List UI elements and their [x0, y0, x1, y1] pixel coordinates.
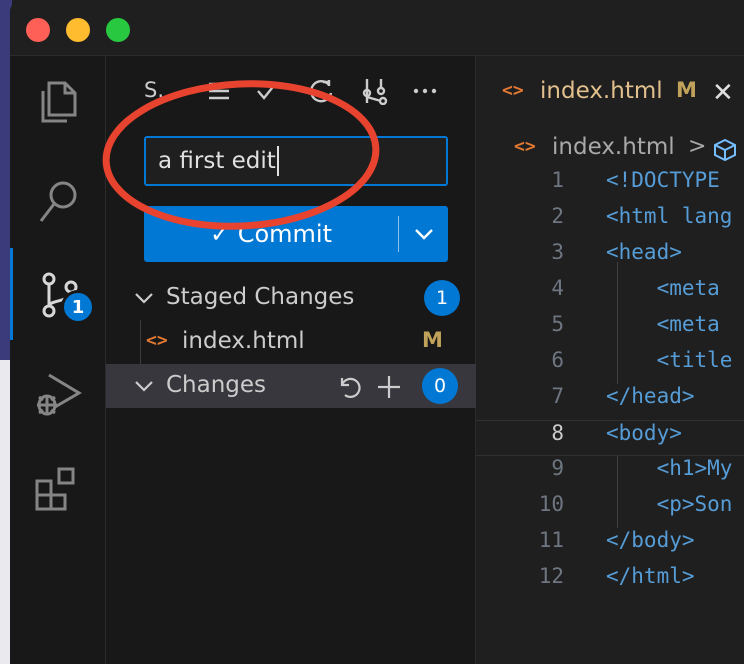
check-icon [257, 82, 277, 100]
plus-icon [378, 376, 400, 398]
changes-label: Changes [166, 372, 267, 398]
code-line: 11 </body> [538, 528, 695, 552]
commit-button[interactable]: ✓ Commit [144, 206, 398, 262]
tree-indent-guide [140, 320, 141, 364]
run-debug-icon [37, 373, 82, 416]
title-bar [10, 0, 744, 56]
file-name: index.html [182, 328, 305, 354]
commit-button-group: ✓ Commit [144, 206, 448, 262]
extensions-icon [35, 467, 75, 511]
code-line: 7 </head> [551, 384, 695, 408]
editor-tab[interactable]: <> index.html M ✕ [476, 56, 744, 128]
commit-check-button[interactable] [252, 76, 282, 106]
changes-count-badge: 0 [422, 368, 458, 404]
search-icon [39, 181, 77, 222]
source-control-header: S. [106, 56, 476, 128]
source-control-button[interactable]: 1 [10, 248, 106, 340]
source-control-panel: S. a first edit ✓ Commit Staged Changes … [106, 56, 476, 664]
current-code-line: 8 <body> [476, 420, 744, 456]
code-line: 12 </html> [538, 564, 695, 588]
close-window-button[interactable] [26, 18, 50, 42]
symbol-cube-icon[interactable] [712, 138, 738, 162]
code-line: 2 <html lang [551, 204, 733, 228]
source-control-badge: 1 [61, 290, 95, 324]
editor-area: <> index.html M ✕ <> index.html > 1 <!DOC… [476, 56, 744, 664]
chevron-down-icon [135, 293, 153, 304]
code-editor[interactable]: 1 <!DOCTYPE 2 <html lang 3 <head> 4 <meta 5… [476, 168, 744, 648]
breadcrumb-file[interactable]: index.html [552, 134, 675, 160]
commit-message-text: a first edit [158, 148, 276, 174]
refresh-button[interactable] [306, 76, 336, 106]
vscode-window: 1 S. a first edit ✓ Commit Staged Change… [10, 0, 744, 664]
files-icon [41, 81, 77, 123]
extensions-button[interactable] [10, 442, 106, 534]
staged-changes-group[interactable]: Staged Changes 1 [106, 276, 476, 320]
commit-dropdown-button[interactable] [399, 206, 448, 262]
staged-changes-label: Staged Changes [166, 284, 355, 310]
code-line: 1 <!DOCTYPE [551, 168, 720, 192]
staged-file-row[interactable]: <> index.html M [106, 320, 476, 364]
close-tab-icon[interactable]: ✕ [712, 78, 734, 108]
refresh-icon [310, 80, 333, 103]
activity-bar: 1 [10, 56, 106, 664]
tab-status: M [676, 78, 697, 102]
code-line: 10 <p>Son [538, 492, 733, 516]
tab-filename: index.html [540, 78, 663, 104]
stage-all-button[interactable] [374, 372, 404, 402]
panel-title: S. [144, 78, 165, 102]
code-line: 3 <head> [551, 240, 682, 264]
commit-message-input[interactable]: a first edit [144, 136, 448, 186]
text-caret [276, 146, 279, 176]
discard-all-button[interactable] [334, 372, 364, 402]
staged-count-badge: 1 [424, 280, 460, 316]
chevron-down-icon [414, 229, 433, 240]
changes-group[interactable]: Changes 0 [106, 364, 476, 408]
code-line: 6 <title [551, 348, 733, 372]
discard-icon [340, 377, 361, 398]
indent-guide [617, 262, 618, 384]
indent-guide [617, 456, 618, 528]
code-line: 5 <meta [551, 312, 720, 336]
html-file-icon: <> [514, 136, 536, 157]
file-status: M [422, 328, 443, 352]
html-file-icon: <> [502, 80, 524, 101]
minimize-window-button[interactable] [66, 18, 90, 42]
zoom-window-button[interactable] [106, 18, 130, 42]
explorer-button[interactable] [10, 56, 106, 148]
breadcrumb: <> index.html > [476, 128, 744, 168]
html-file-icon: <> [146, 330, 168, 351]
breadcrumb-separator: > [688, 134, 707, 159]
search-button[interactable] [10, 156, 106, 248]
list-icon [209, 82, 229, 100]
git-graph-icon [362, 79, 388, 105]
run-debug-button[interactable] [10, 346, 106, 438]
more-actions-button[interactable] [410, 76, 440, 106]
ellipsis-icon [413, 88, 437, 94]
view-as-tree-button[interactable] [204, 76, 234, 106]
graph-button[interactable] [360, 76, 390, 106]
code-line: 9 <h1>My [551, 456, 733, 480]
chevron-down-icon [135, 381, 153, 392]
code-line: 4 <meta [551, 276, 720, 300]
